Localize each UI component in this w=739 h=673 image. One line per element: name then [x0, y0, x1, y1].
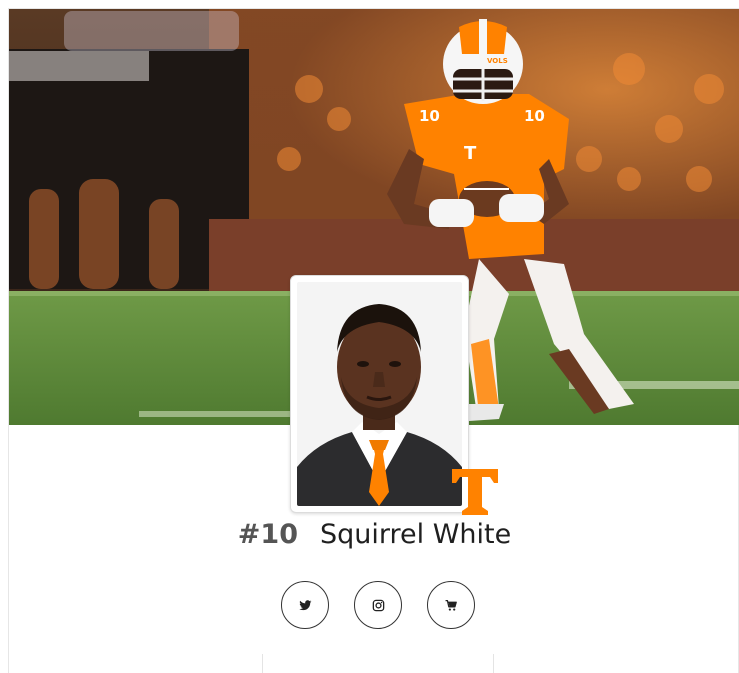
player-name: Squirrel White	[319, 519, 512, 550]
twitter-icon	[298, 599, 311, 610]
hometown-value: Birmingham, AL	[494, 654, 739, 673]
instagram-icon	[372, 599, 384, 611]
player-headshot	[290, 275, 469, 513]
jersey-number: #10	[237, 519, 298, 550]
svg-text:VOLS: VOLS	[487, 57, 508, 65]
class-value: Fresh	[263, 654, 493, 673]
svg-text:T: T	[464, 143, 477, 164]
svg-text:10: 10	[524, 107, 545, 125]
position-value: WR	[9, 654, 262, 673]
instagram-button[interactable]	[354, 581, 402, 629]
team-logo	[450, 467, 500, 517]
svg-text:10: 10	[419, 107, 440, 125]
player-profile-card: T 10 10 VOLS #10 Squirrel White	[8, 8, 739, 673]
twitter-button[interactable]	[281, 581, 329, 629]
social-links	[9, 581, 739, 631]
shop-button[interactable]	[427, 581, 475, 629]
player-info-row: WR Fresh Birmingham, AL	[9, 654, 739, 673]
player-name-line: #10 Squirrel White	[9, 517, 739, 553]
cart-icon	[445, 599, 457, 611]
